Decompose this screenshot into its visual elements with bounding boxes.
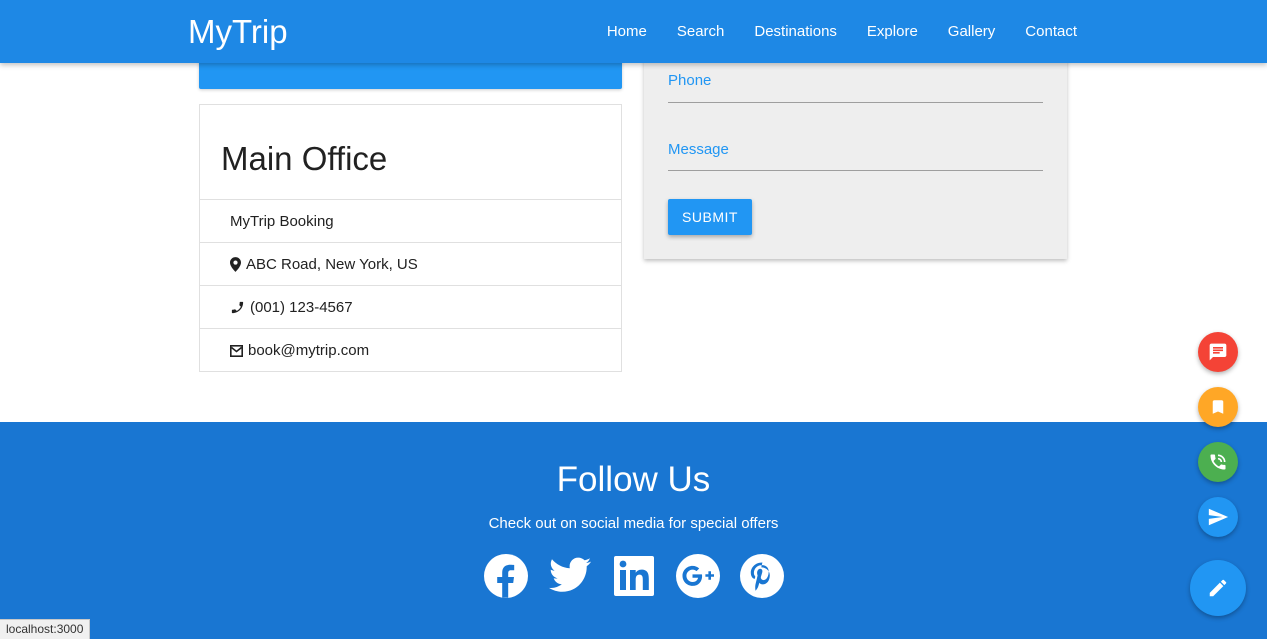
browser-status-bar: localhost:3000 — [0, 619, 91, 639]
nav-contact-link[interactable]: Contact — [1025, 23, 1077, 40]
follow-subtitle: Check out on social media for special of… — [488, 515, 779, 532]
nav-destinations-link[interactable]: Destinations — [754, 23, 837, 40]
nav-home-link[interactable]: Home — [607, 23, 647, 40]
office-email[interactable]: book@mytrip.com — [248, 342, 369, 359]
submit-button[interactable]: SUBMIT — [668, 199, 752, 235]
office-email-item: book@mytrip.com — [200, 329, 621, 372]
phone-field[interactable]: Phone — [668, 72, 1043, 103]
office-address-item: ABC Road, New York, US — [200, 243, 621, 286]
map-card-bottom — [199, 60, 622, 89]
nav-explore-link[interactable]: Explore — [867, 23, 918, 40]
brand-logo[interactable]: MyTrip — [188, 12, 288, 52]
phone-icon — [1210, 454, 1226, 470]
office-address: ABC Road, New York, US — [246, 255, 418, 273]
navbar: MyTrip Home Search Destinations Explore … — [0, 0, 1267, 63]
send-fab[interactable] — [1198, 497, 1238, 537]
twitter-icon[interactable] — [547, 553, 593, 599]
contact-form: Phone Message SUBMIT — [644, 40, 1067, 259]
phone-icon — [231, 301, 244, 313]
pinterest-icon[interactable] — [739, 553, 785, 599]
office-phone: (001) 123-4567 — [250, 298, 353, 316]
bookmark-fab[interactable] — [1198, 387, 1238, 427]
nav-menu: Home Search Destinations Explore Gallery… — [577, 0, 1077, 63]
office-name: MyTrip Booking — [230, 212, 334, 230]
phone-fab[interactable] — [1198, 442, 1238, 482]
social-icons — [483, 553, 785, 599]
bookmark-icon — [1212, 400, 1224, 414]
chat-fab[interactable] — [1198, 332, 1238, 372]
chat-icon — [1209, 343, 1227, 361]
office-phone-item: (001) 123-4567 — [200, 286, 621, 329]
linkedin-icon[interactable] — [611, 553, 657, 599]
office-title: Main Office — [200, 105, 621, 200]
message-label: Message — [668, 141, 729, 158]
nav-gallery-link[interactable]: Gallery — [948, 23, 996, 40]
facebook-icon[interactable] — [483, 553, 529, 599]
footer: Follow Us Check out on social media for … — [0, 422, 1267, 639]
envelope-icon — [230, 344, 243, 357]
send-icon — [1208, 508, 1229, 526]
phone-input[interactable] — [668, 89, 1043, 101]
edit-icon — [1209, 579, 1227, 597]
office-name-item: MyTrip Booking — [200, 200, 621, 243]
map-marker-icon — [230, 256, 241, 272]
office-card: Main Office MyTrip Booking ABC Road, New… — [199, 104, 622, 372]
phone-label: Phone — [668, 72, 712, 89]
message-field[interactable]: Message — [668, 141, 1043, 171]
edit-fab[interactable] — [1190, 560, 1246, 616]
message-input[interactable] — [668, 158, 1043, 170]
google-plus-icon[interactable] — [675, 553, 721, 599]
follow-title: Follow Us — [556, 460, 711, 499]
nav-search-link[interactable]: Search — [677, 23, 725, 40]
